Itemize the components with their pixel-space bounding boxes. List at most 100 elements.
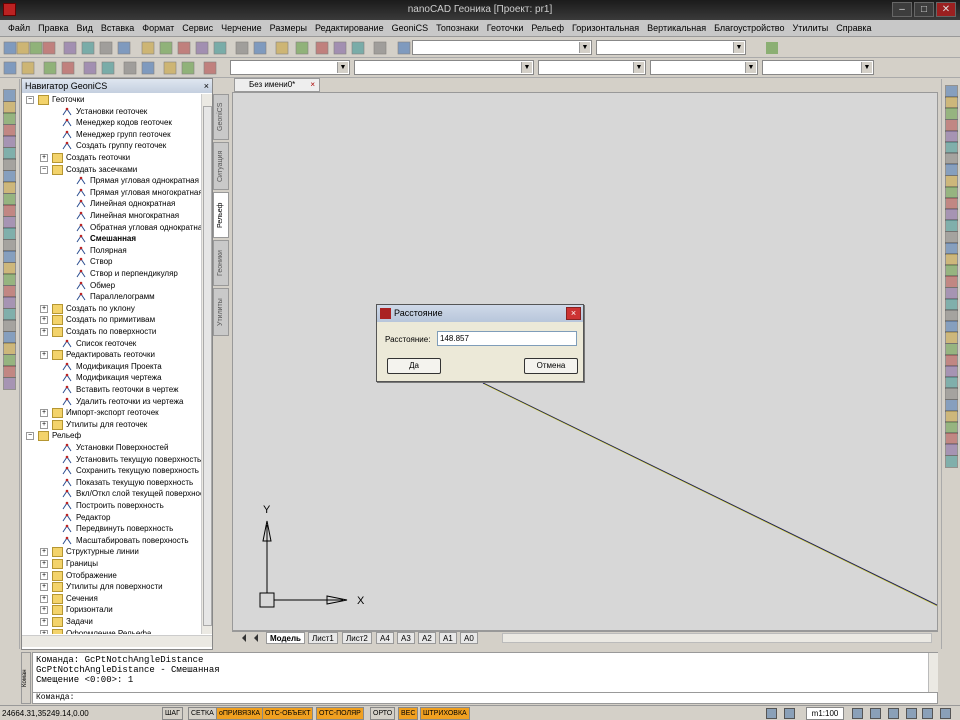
tree-item[interactable]: Линейная однократная [22,198,201,210]
tree-item[interactable]: Создать группу геоточек [22,140,201,152]
toolbar-tool-icon[interactable] [101,61,115,75]
layer-combo[interactable]: ▼ [412,40,592,55]
side-tool-icon[interactable] [3,376,16,390]
tree-item[interactable]: Вставить геоточки в чертеж [22,384,201,396]
layout-tab[interactable]: Лист2 [342,632,372,644]
toolbar-tool-icon[interactable] [315,41,329,55]
tree-folder[interactable]: + Границы [22,558,201,570]
toolbar-tool-icon[interactable] [3,41,17,55]
status-tray-icon[interactable] [852,708,863,719]
tree-item[interactable]: Масштабировать поверхность [22,535,201,547]
tree-expander[interactable]: + [40,409,48,418]
status-toggle-button[interactable]: СЕТКА [188,707,217,720]
tree-item[interactable]: Установки геоточек [22,106,201,118]
dialog-close-button[interactable]: × [566,307,581,320]
tree-folder[interactable]: + Создать по примитивам [22,314,201,326]
menu-item[interactable]: Вертикальная [643,23,710,33]
tree-item[interactable]: Установить текущую поверхность [22,454,201,466]
status-tray-icon[interactable] [888,708,899,719]
minimize-button[interactable]: – [892,2,912,17]
toolbar-tool-icon[interactable] [63,41,77,55]
toolbar-tool-icon[interactable] [163,61,177,75]
textstyle-combo[interactable]: ▼ [762,60,874,75]
toolbar-tool-icon[interactable] [275,41,289,55]
toolbar-tool-icon[interactable] [766,42,778,54]
tree-item[interactable]: Показать текущую поверхность [22,477,201,489]
menu-item[interactable]: Горизонтальная [568,23,643,33]
layout-tab[interactable]: A2 [418,632,436,644]
tree-item[interactable]: Установки Поверхностей [22,442,201,454]
tree-expander[interactable]: − [26,432,34,441]
tree-item[interactable]: Вкл/Откл слой текущей поверхнос [22,488,201,500]
status-toggle-button[interactable]: ШАГ [162,707,183,720]
menu-item[interactable]: Правка [34,23,72,33]
toolbar-tool-icon[interactable] [141,41,155,55]
toolbar-tool-icon[interactable] [351,41,365,55]
tree-item[interactable]: Прямая угловая многократная [22,187,201,199]
tree-item[interactable]: Удалить геоточки из чертежа [22,396,201,408]
side-tab[interactable]: Ситуация [213,142,229,190]
layout-tab[interactable]: Модель [266,632,305,644]
toolbar-tool-icon[interactable] [253,41,267,55]
toolbar-tool-icon[interactable] [141,61,155,75]
status-tray-icon[interactable] [784,708,795,719]
toolbar-tool-icon[interactable] [373,41,387,55]
tree-expander[interactable]: + [40,420,48,429]
drawing-canvas[interactable]: Y X [232,92,938,631]
tree-expander[interactable]: + [40,351,48,360]
tree-folder[interactable]: + Утилиты для поверхности [22,581,201,593]
side-tab[interactable]: Рельеф [213,192,229,238]
toolbar-tool-icon[interactable] [16,41,30,55]
style-combo[interactable]: ▼ [596,40,746,55]
status-tray-icon[interactable] [922,708,933,719]
annotation-scale[interactable]: m1:100 [806,707,844,720]
tree-expander[interactable]: + [40,606,48,615]
tree-expander[interactable]: + [40,594,48,603]
lineweight-combo[interactable]: ▼ [538,60,646,75]
ok-button[interactable]: Да [387,358,441,374]
menu-item[interactable]: Утилиты [789,23,833,33]
tree-folder[interactable]: + Отображение [22,570,201,582]
tree-folder[interactable]: + Сечения [22,593,201,605]
layout-horizontal-scrollbar[interactable] [502,633,932,643]
tree-folder[interactable]: + Импорт-экспорт геоточек [22,407,201,419]
toolbar-tool-icon[interactable] [117,41,131,55]
toolbar-tool-icon[interactable] [333,41,347,55]
linetype-combo[interactable]: ▼ [354,60,534,75]
close-window-button[interactable]: ✕ [936,2,956,17]
toolbar-tool-icon[interactable] [123,61,137,75]
toolbar-tool-icon[interactable] [3,61,17,75]
status-tray-icon[interactable] [906,708,917,719]
toolbar-tool-icon[interactable] [81,41,95,55]
tree-expander[interactable]: + [40,618,48,626]
cancel-button[interactable]: Отмена [524,358,578,374]
menu-item[interactable]: Формат [138,23,178,33]
status-tray-icon[interactable] [766,708,777,719]
status-tray-icon[interactable] [940,708,951,719]
toolbar-tool-icon[interactable] [213,41,227,55]
tree-item[interactable]: Сохранить текущую поверхность [22,465,201,477]
toolbar-tool-icon[interactable] [83,61,97,75]
document-tab-close-button[interactable]: × [310,79,315,91]
toolbar-tool-icon[interactable] [159,41,173,55]
toolbar-tool-icon[interactable] [181,61,195,75]
tree-folder[interactable]: + Задачи [22,616,201,628]
tree-item[interactable]: Смешанная [22,233,201,245]
navigator-close-button[interactable]: × [204,79,209,93]
layout-tab[interactable]: A3 [397,632,415,644]
toolbar-tool-icon[interactable] [235,41,249,55]
toolbar-tool-icon[interactable] [29,41,43,55]
tree-folder[interactable]: + Оформление Рельефа [22,628,201,634]
navigator-vertical-scrollbar[interactable] [201,94,212,634]
menu-item[interactable]: Файл [4,23,34,33]
tree-folder[interactable]: + Создать геоточки [22,152,201,164]
status-toggle-button[interactable]: ВЕС [398,707,419,720]
menu-item[interactable]: Справка [832,23,875,33]
toolbar-tool-icon[interactable] [43,61,57,75]
color-combo[interactable]: ▼ [230,60,350,75]
tree-item[interactable]: Редактор [22,512,201,524]
toolbar-tool-icon[interactable] [61,61,75,75]
tree-item[interactable]: Створ и перпендикуляр [22,268,201,280]
status-toggle-button[interactable]: ШТРИХОВКА [420,707,470,720]
tree-expander[interactable]: + [40,304,48,313]
